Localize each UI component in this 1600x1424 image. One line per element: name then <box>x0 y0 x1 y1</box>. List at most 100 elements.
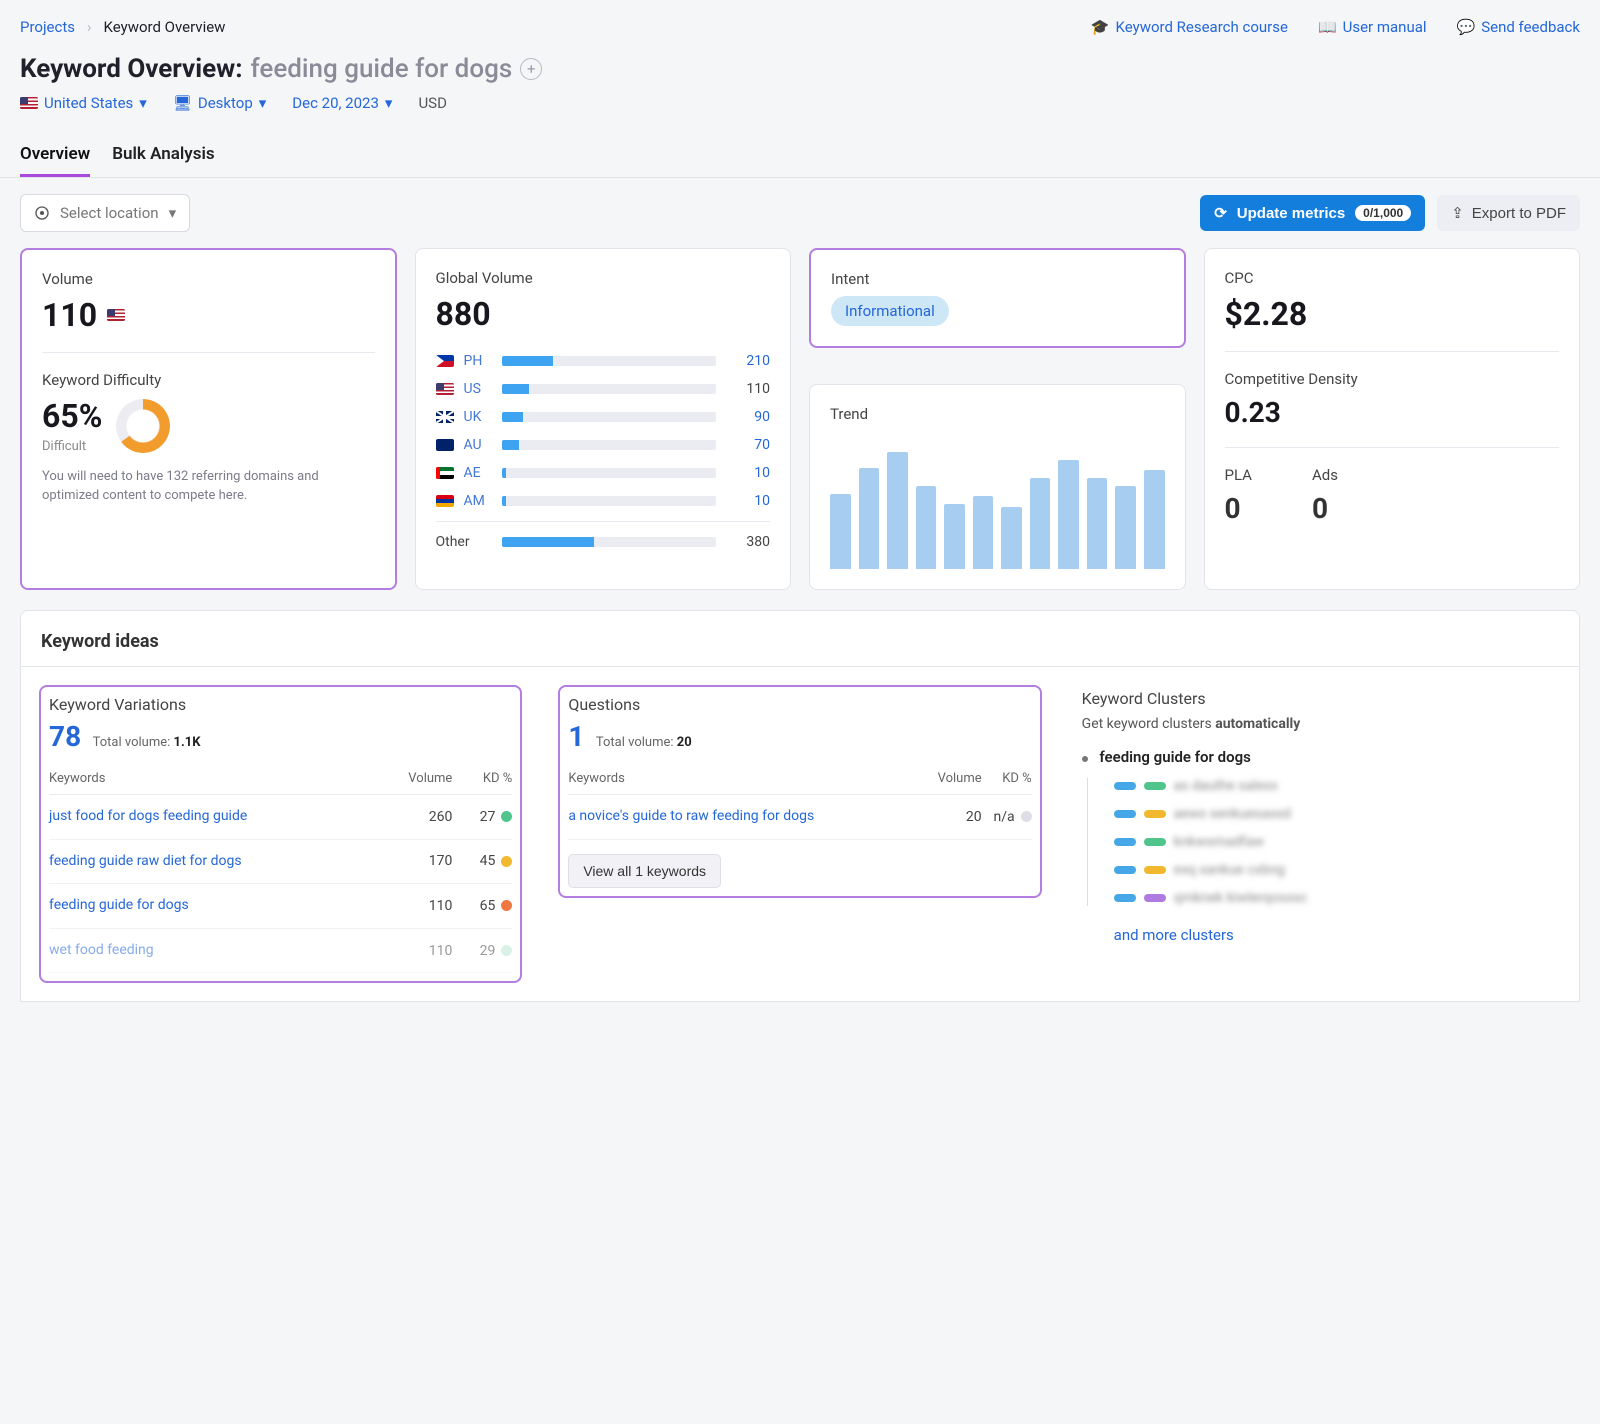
cluster-pill-icon <box>1144 838 1166 846</box>
cluster-item[interactable]: knkwsmadfaw <box>1114 834 1557 850</box>
am-flag-icon <box>436 495 454 507</box>
trend-bar <box>1087 478 1108 569</box>
volume-kd-card: Volume 110 Keyword Difficulty 65% Diffic… <box>20 248 397 590</box>
cpc-card: CPC $2.28 Competitive Density 0.23 PLA 0… <box>1204 248 1581 590</box>
gv-row: AM 10 <box>436 487 771 515</box>
cluster-item[interactable]: qmknek kiwlerqosxxc <box>1114 890 1557 906</box>
breadcrumb-parent[interactable]: Projects <box>20 18 75 36</box>
intent-label: Intent <box>831 270 1164 288</box>
trend-card: Trend <box>809 384 1186 590</box>
cluster-pill-icon <box>1114 866 1136 874</box>
page-title-keyword: feeding guide for dogs <box>251 54 513 84</box>
add-keyword-button[interactable]: + <box>520 58 542 80</box>
intent-card: Intent Informational <box>809 248 1186 348</box>
gv-value[interactable]: 10 <box>722 493 770 509</box>
gv-country-code[interactable]: AU <box>464 437 496 453</box>
questions-count[interactable]: 1 <box>568 720 584 753</box>
book-icon: 📖 <box>1318 18 1337 36</box>
row-kd: 65 <box>452 898 512 914</box>
cluster-item[interactable]: aewx senkuesaxxd <box>1114 806 1557 822</box>
country-select[interactable]: United States ▾ <box>20 94 147 112</box>
breadcrumb: Projects › Keyword Overview <box>20 18 225 36</box>
col-keywords: Keywords <box>49 771 382 786</box>
kd-dot-icon <box>501 900 512 911</box>
keyword-link[interactable]: just food for dogs feeding guide <box>49 807 382 827</box>
keyword-link[interactable]: a novice's guide to raw feeding for dogs <box>568 807 911 827</box>
variation-row: just food for dogs feeding guide 260 27 <box>49 795 512 840</box>
trend-label: Trend <box>830 405 1165 423</box>
gv-value[interactable]: 210 <box>722 353 770 369</box>
trend-bar <box>859 468 880 569</box>
trend-bar <box>887 452 908 569</box>
col-keywords: Keywords <box>568 771 911 786</box>
gv-row: AE 10 <box>436 459 771 487</box>
gv-country-code[interactable]: UK <box>464 409 496 425</box>
pla-value: 0 <box>1225 492 1252 525</box>
trend-bar <box>944 504 965 569</box>
row-volume: 260 <box>382 809 452 825</box>
gv-value[interactable]: 10 <box>722 465 770 481</box>
cluster-item[interactable]: as dauthe salexx <box>1114 778 1557 794</box>
gv-bar <box>502 496 717 506</box>
chevron-down-icon: ▾ <box>259 94 267 112</box>
currency-label: USD <box>418 94 446 112</box>
gv-country-code[interactable]: AM <box>464 493 496 509</box>
global-volume-card: Global Volume 880 PH 210 US 110 UK 90 AU… <box>415 248 792 590</box>
gv-country-code[interactable]: PH <box>464 353 496 369</box>
send-feedback-link[interactable]: 💬 Send feedback <box>1457 18 1580 36</box>
trend-bar <box>1001 507 1022 569</box>
keyword-link[interactable]: feeding guide for dogs <box>49 896 382 916</box>
keyword-link[interactable]: feeding guide raw diet for dogs <box>49 852 382 872</box>
comp-density-value: 0.23 <box>1225 396 1560 429</box>
us-flag-icon <box>107 309 125 321</box>
gv-country-code[interactable]: US <box>464 381 496 397</box>
export-pdf-button[interactable]: ⇪ Export to PDF <box>1437 195 1580 231</box>
gv-country-code[interactable]: AE <box>464 465 496 481</box>
cluster-pill-icon <box>1144 782 1166 790</box>
tab-overview[interactable]: Overview <box>20 134 90 177</box>
pla-label: PLA <box>1225 466 1252 484</box>
variation-row: feeding guide for dogs 110 65 <box>49 884 512 929</box>
gv-bar <box>502 440 717 450</box>
tab-bulk-analysis[interactable]: Bulk Analysis <box>112 134 214 177</box>
update-metrics-button[interactable]: ⟳ Update metrics 0/1,000 <box>1200 195 1425 231</box>
more-clusters-link[interactable]: and more clusters <box>1114 926 1234 944</box>
keyword-ideas-section: Keyword ideas Keyword Variations 78 Tota… <box>20 610 1580 1002</box>
select-location-button[interactable]: Select location ▾ <box>20 194 190 232</box>
volume-value: 110 <box>42 296 375 334</box>
volume-label: Volume <box>42 270 375 288</box>
au-flag-icon <box>436 439 454 451</box>
row-kd: n/a <box>982 809 1032 825</box>
cluster-text: as dauthe salexx <box>1174 778 1278 794</box>
row-volume: 20 <box>912 809 982 825</box>
gv-value[interactable]: 90 <box>722 409 770 425</box>
device-select[interactable]: 🖥 Desktop ▾ <box>173 94 266 112</box>
uk-flag-icon <box>436 411 454 423</box>
user-manual-link[interactable]: 📖 User manual <box>1318 18 1427 36</box>
row-kd: 27 <box>452 809 512 825</box>
view-all-questions-button[interactable]: View all 1 keywords <box>568 854 721 888</box>
cluster-pill-icon <box>1144 866 1166 874</box>
keyword-ideas-title: Keyword ideas <box>21 631 1579 666</box>
keyword-link[interactable]: wet food feeding <box>49 941 382 961</box>
row-kd: 29 <box>452 943 512 959</box>
global-volume-label: Global Volume <box>436 269 771 287</box>
kd-value: 65% <box>42 397 102 435</box>
keyword-course-link[interactable]: 🎓 Keyword Research course <box>1091 18 1288 36</box>
row-volume: 110 <box>382 943 452 959</box>
gv-bar <box>502 468 717 478</box>
cluster-item[interactable]: exq xankue cxbng <box>1114 862 1557 878</box>
page-title-prefix: Keyword Overview: <box>20 54 243 84</box>
variation-row: wet food feeding 110 29 <box>49 929 512 974</box>
variations-count[interactable]: 78 <box>49 720 81 753</box>
refresh-icon: ⟳ <box>1214 204 1227 222</box>
us-flag-icon <box>436 383 454 395</box>
chevron-down-icon: ▾ <box>385 94 393 112</box>
gv-row: AU 70 <box>436 431 771 459</box>
cluster-pill-icon <box>1144 810 1166 818</box>
gv-value[interactable]: 70 <box>722 437 770 453</box>
date-select[interactable]: Dec 20, 2023 ▾ <box>292 94 392 112</box>
trend-bar <box>1115 486 1136 569</box>
kd-dot-icon <box>501 945 512 956</box>
cluster-pill-icon <box>1144 894 1166 902</box>
